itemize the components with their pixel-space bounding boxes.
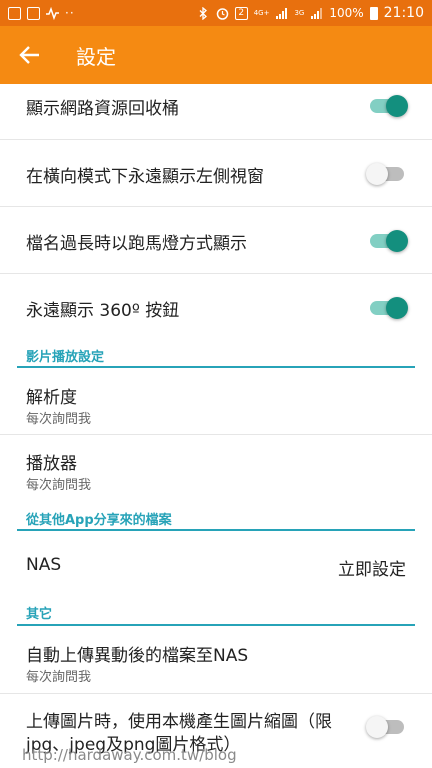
toggle-switch[interactable] bbox=[370, 228, 408, 254]
setting-value: 立即設定 bbox=[338, 560, 406, 580]
sim2-icon: 2 bbox=[234, 6, 248, 20]
status-bar: ·· 2 4G+ 3G 100% 21:10 bbox=[0, 0, 432, 26]
alarm-icon bbox=[216, 7, 228, 20]
notification-area: ·· bbox=[8, 6, 75, 20]
setting-title: 在橫向模式下永遠顯示左側視窗 bbox=[26, 167, 264, 187]
section-header-video: 影片播放設定 bbox=[26, 350, 105, 365]
section-header-other: 其它 bbox=[26, 607, 53, 622]
back-button[interactable] bbox=[0, 26, 60, 84]
setting-title: 顯示網路資源回收桶 bbox=[26, 99, 179, 119]
setting-always-show-360-button[interactable]: 永遠顯示 360º 按鈕 bbox=[0, 274, 432, 340]
toggle-switch[interactable] bbox=[366, 161, 404, 187]
more-notifications-indicator: ·· bbox=[65, 6, 75, 20]
setting-show-network-recycle-bin[interactable]: 顯示網路資源回收桶 bbox=[0, 84, 432, 140]
setting-title: NAS bbox=[26, 555, 62, 575]
setting-subtitle: 每次詢問我 bbox=[26, 478, 92, 493]
section-header-shared-files: 從其他App分享來的檔案 bbox=[26, 513, 172, 528]
4g-label: 4G+ bbox=[253, 8, 270, 17]
setting-title: 解析度 bbox=[26, 388, 77, 408]
toggle-switch[interactable] bbox=[366, 714, 404, 740]
gallery-icon bbox=[8, 6, 21, 20]
setting-nas[interactable]: NAS 立即設定 bbox=[0, 531, 432, 599]
toggle-switch[interactable] bbox=[370, 93, 408, 119]
app-bar: 設定 bbox=[0, 26, 432, 84]
setting-title: 永遠顯示 360º 按鈕 bbox=[26, 301, 180, 321]
bluetooth-icon bbox=[199, 6, 207, 20]
setting-subtitle: 每次詢問我 bbox=[26, 412, 92, 427]
setting-title: 自動上傳異動後的檔案至NAS bbox=[26, 646, 249, 666]
watermark-text: http://hardaway.com.tw/blog bbox=[22, 746, 237, 764]
4g-signal-icon bbox=[276, 7, 288, 19]
setting-title: 檔名過長時以跑馬燈方式顯示 bbox=[26, 234, 247, 254]
clock: 21:10 bbox=[383, 5, 424, 21]
battery-icon bbox=[369, 6, 378, 20]
setting-title: 播放器 bbox=[26, 454, 77, 474]
setting-auto-upload[interactable]: 自動上傳異動後的檔案至NAS 每次詢問我 bbox=[0, 626, 432, 694]
setting-subtitle: 每次詢問我 bbox=[26, 670, 92, 685]
3g-label: 3G bbox=[294, 8, 305, 17]
pulse-icon bbox=[46, 6, 59, 20]
setting-player[interactable]: 播放器 每次詢問我 bbox=[0, 435, 432, 497]
setting-resolution[interactable]: 解析度 每次詢問我 bbox=[0, 368, 432, 435]
system-icons: 2 4G+ 3G 100% 21:10 bbox=[197, 5, 424, 21]
setting-always-show-left-panel[interactable]: 在橫向模式下永遠顯示左側視窗 bbox=[0, 140, 432, 207]
setting-marquee-long-filenames[interactable]: 檔名過長時以跑馬燈方式顯示 bbox=[0, 207, 432, 274]
page-title: 設定 bbox=[76, 44, 116, 69]
toggle-switch[interactable] bbox=[370, 295, 408, 321]
arrow-left-icon bbox=[19, 46, 39, 64]
3g-signal-icon bbox=[311, 7, 323, 19]
cast-icon bbox=[27, 6, 40, 20]
setting-title-line1: 上傳圖片時，使用本機產生圖片縮圖（限 bbox=[26, 712, 332, 732]
battery-percent: 100% bbox=[329, 6, 364, 20]
